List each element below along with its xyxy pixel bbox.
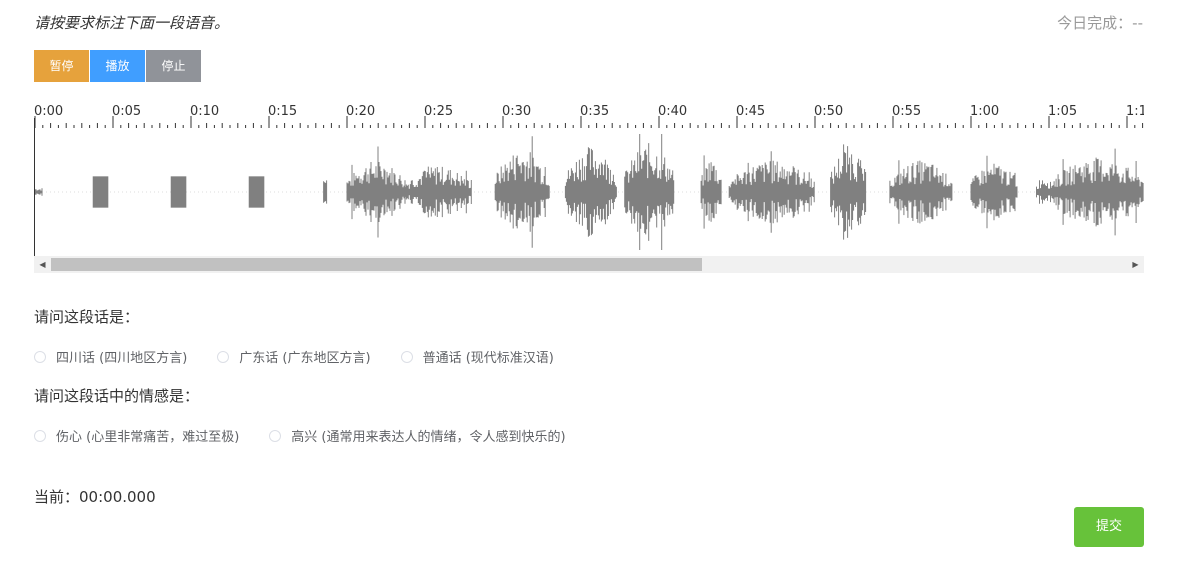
ruler-tick-label: 0:00 bbox=[34, 104, 63, 119]
waveform-path bbox=[1036, 180, 1052, 204]
playback-controls: 暂停 播放 停止 bbox=[34, 50, 201, 82]
current-time: 当前：00:00.000 bbox=[34, 486, 156, 507]
emotion-option-happy[interactable]: 高兴 (通常用来表达人的情绪，令人感到快乐的) bbox=[269, 426, 566, 445]
question-dialect: 请问这段话是： bbox=[34, 308, 140, 326]
waveform-path bbox=[970, 155, 1018, 229]
dialect-option-mandarin[interactable]: 普通话 (现代标准汉语) bbox=[400, 347, 554, 366]
waveform-scrollbar[interactable]: ◀ ▶ bbox=[34, 256, 1144, 273]
waveform-segment bbox=[405, 166, 472, 218]
play-button[interactable]: 播放 bbox=[90, 50, 145, 82]
current-time-label: 当前： bbox=[34, 488, 80, 506]
instruction-text: 请按要求标注下面一段语音。 bbox=[34, 14, 230, 32]
ruler-tick-label: 0:40 bbox=[658, 104, 687, 119]
ruler-tick-label: 0:20 bbox=[346, 104, 375, 119]
radio-icon[interactable] bbox=[34, 350, 46, 363]
scroll-left-arrow-icon[interactable]: ◀ bbox=[34, 256, 51, 273]
submit-button[interactable]: 提交 bbox=[1074, 507, 1144, 547]
waveform-segment bbox=[889, 160, 953, 224]
waveform-segment bbox=[494, 136, 550, 248]
waveform-segment bbox=[700, 155, 722, 229]
pause-button[interactable]: 暂停 bbox=[34, 50, 89, 82]
daily-progress: 今日完成：-- bbox=[1057, 12, 1143, 33]
waveform-segment bbox=[830, 144, 867, 240]
radio-icon[interactable] bbox=[34, 429, 46, 442]
ruler-tick-label: 1:1 bbox=[1126, 104, 1144, 119]
option-label: 广东话 (广东地区方言) bbox=[239, 351, 371, 366]
ruler-tick-label: 0:50 bbox=[814, 104, 843, 119]
scroll-right-arrow-icon[interactable]: ▶ bbox=[1127, 256, 1144, 273]
waveform-path bbox=[1051, 148, 1144, 236]
progress-value: -- bbox=[1132, 14, 1143, 32]
waveform-path bbox=[405, 166, 472, 218]
waveform-path bbox=[564, 147, 617, 237]
emotion-option-sad[interactable]: 伤心 (心里非常痛苦，难过至极) bbox=[34, 426, 239, 445]
emotion-options: 伤心 (心里非常痛苦，难过至极) 高兴 (通常用来表达人的情绪，令人感到快乐的) bbox=[34, 426, 596, 445]
waveform-path bbox=[323, 180, 328, 204]
waveform-segment bbox=[323, 180, 328, 204]
timeline-ruler: 0:00 0:05 0:10 0:15 0:20 0:25 0:30 0:35 0:40 0:45… bbox=[34, 100, 1144, 130]
option-label: 高兴 (通常用来表达人的情绪，令人感到快乐的) bbox=[291, 430, 566, 445]
progress-label: 今日完成： bbox=[1057, 14, 1133, 32]
waveform-segment bbox=[346, 146, 407, 238]
question-emotion: 请问这段话中的情感是： bbox=[34, 387, 200, 405]
waveform-path bbox=[830, 144, 867, 240]
waveform-segment bbox=[170, 176, 187, 208]
ruler-tick-label: 0:55 bbox=[892, 104, 921, 119]
ruler-tick-label: 0:45 bbox=[736, 104, 765, 119]
stop-button[interactable]: 停止 bbox=[146, 50, 201, 82]
waveform-segment bbox=[728, 151, 815, 233]
waveform-path bbox=[728, 151, 815, 233]
option-label: 普通话 (现代标准汉语) bbox=[422, 351, 554, 366]
radio-icon[interactable] bbox=[217, 350, 230, 363]
waveform-path bbox=[494, 136, 550, 248]
waveform-segment bbox=[970, 155, 1018, 229]
ruler-tick-label: 0:35 bbox=[580, 104, 609, 119]
ruler-tick-label: 0:25 bbox=[424, 104, 453, 119]
ruler-tick-label: 0:05 bbox=[112, 104, 141, 119]
ruler-tick-label: 1:05 bbox=[1048, 104, 1077, 119]
option-label: 四川话 (四川地区方言) bbox=[56, 351, 188, 366]
waveform-path bbox=[624, 134, 675, 250]
option-label: 伤心 (心里非常痛苦，难过至极) bbox=[56, 430, 240, 445]
waveform-segment bbox=[34, 188, 43, 196]
ruler-tick-label: 1:00 bbox=[970, 104, 999, 119]
radio-icon[interactable] bbox=[400, 350, 413, 363]
waveform-path bbox=[34, 188, 43, 196]
waveform-segment bbox=[1036, 180, 1052, 204]
scrollbar-thumb[interactable] bbox=[51, 258, 702, 271]
dialect-option-sichuan[interactable]: 四川话 (四川地区方言) bbox=[34, 347, 187, 366]
waveform-segment bbox=[624, 134, 675, 250]
ruler-tick-label: 0:15 bbox=[268, 104, 297, 119]
waveform-path bbox=[889, 160, 953, 224]
waveform-segment bbox=[564, 147, 617, 237]
dialect-options: 四川话 (四川地区方言) 广东话 (广东地区方言) 普通话 (现代标准汉语) bbox=[34, 347, 584, 366]
waveform-segment bbox=[248, 176, 265, 208]
waveform-path bbox=[346, 146, 407, 238]
waveform-path bbox=[700, 155, 722, 229]
ruler-tick-label: 0:30 bbox=[502, 104, 531, 119]
waveform-segment bbox=[1051, 148, 1144, 236]
waveform[interactable] bbox=[34, 130, 1144, 256]
waveform-segment bbox=[92, 176, 109, 208]
dialect-option-cantonese[interactable]: 广东话 (广东地区方言) bbox=[217, 347, 371, 366]
ruler-tick-label: 0:10 bbox=[190, 104, 219, 119]
current-time-value: 00:00.000 bbox=[79, 488, 156, 506]
radio-icon[interactable] bbox=[269, 429, 282, 442]
playhead-cursor[interactable] bbox=[34, 118, 35, 256]
